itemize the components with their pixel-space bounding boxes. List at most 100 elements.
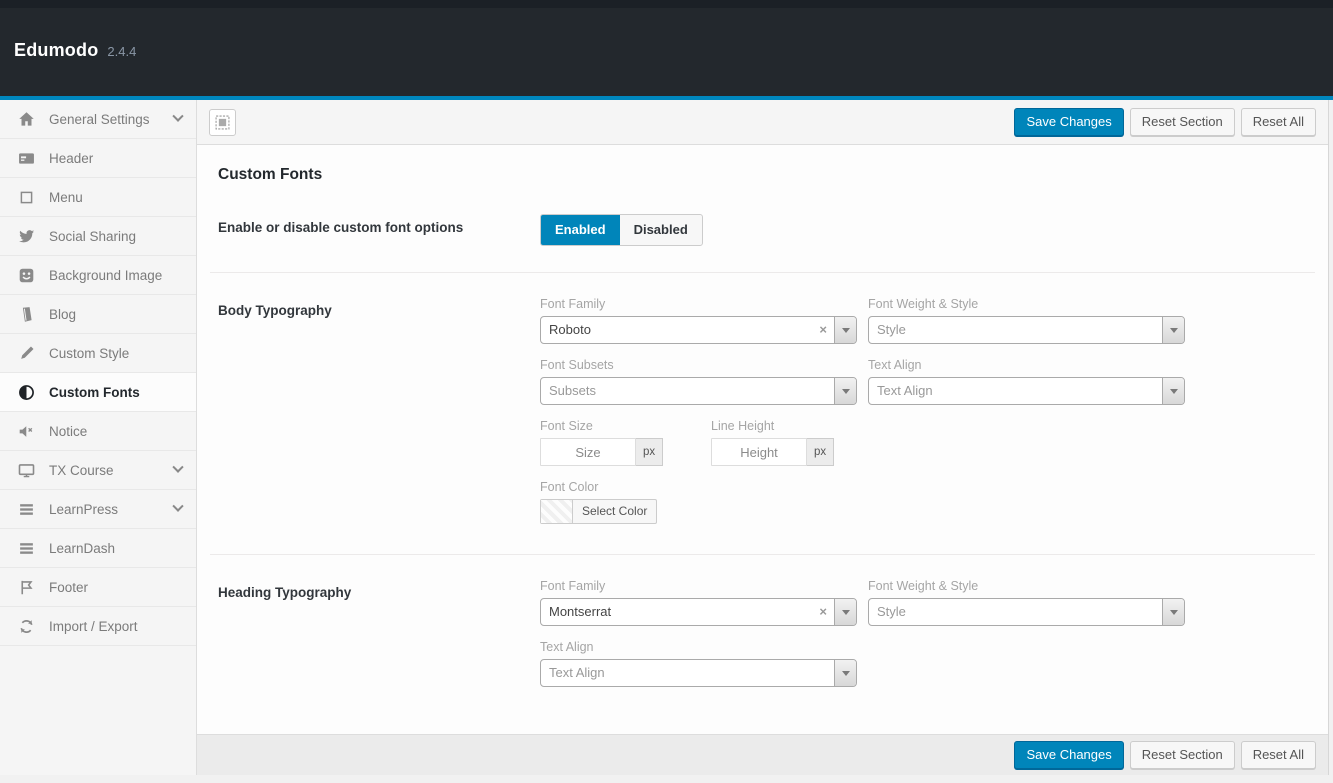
brand-name: Edumodo bbox=[14, 40, 98, 61]
body-font-color-picker[interactable]: Select Color bbox=[540, 499, 657, 524]
sidebar-item-label: TX Course bbox=[49, 463, 174, 478]
mute-icon bbox=[16, 423, 36, 440]
body-typography-section: Body Typography Font Family Roboto × bbox=[197, 273, 1328, 554]
save-changes-button[interactable]: Save Changes bbox=[1014, 108, 1123, 136]
sidebar-item-label: Import / Export bbox=[49, 619, 182, 634]
sidebar-item-notice[interactable]: Notice bbox=[0, 412, 196, 451]
monitor-icon bbox=[16, 462, 36, 479]
flag-icon bbox=[16, 579, 36, 596]
bottom-toolbar: Save Changes Reset Section Reset All bbox=[197, 734, 1328, 775]
select-placeholder: Subsets bbox=[541, 378, 834, 404]
sidebar: General Settings Header Menu Social bbox=[0, 100, 197, 775]
sidebar-item-label: Blog bbox=[49, 307, 182, 322]
field-label: Font Weight & Style bbox=[868, 579, 1185, 593]
body-font-subsets-field: Font Subsets Subsets bbox=[540, 358, 857, 405]
body-text-align-select[interactable]: Text Align bbox=[868, 377, 1185, 405]
heading-text-align-field: Text Align Text Align bbox=[540, 640, 857, 687]
app-header: Edumodo 2.4.4 bbox=[0, 0, 1333, 96]
chevron-down-icon bbox=[172, 462, 183, 473]
select-placeholder: Text Align bbox=[541, 660, 834, 686]
sidebar-item-learnpress[interactable]: LearnPress bbox=[0, 490, 196, 529]
sidebar-item-label: Background Image bbox=[49, 268, 182, 283]
body-font-subsets-select[interactable]: Subsets bbox=[540, 377, 857, 405]
field-label: Font Subsets bbox=[540, 358, 857, 372]
chevron-down-icon[interactable] bbox=[1162, 599, 1184, 625]
enable-toggle: Enabled Disabled bbox=[540, 214, 703, 246]
field-label: Font Weight & Style bbox=[868, 297, 1185, 311]
heading-font-family-select[interactable]: Montserrat × bbox=[540, 598, 857, 626]
clear-icon[interactable]: × bbox=[812, 317, 834, 343]
save-changes-button[interactable]: Save Changes bbox=[1014, 741, 1123, 769]
body-font-size-field: Font Size px bbox=[540, 419, 700, 466]
sidebar-item-menu[interactable]: Menu bbox=[0, 178, 196, 217]
chevron-down-icon[interactable] bbox=[1162, 317, 1184, 343]
unit-suffix: px bbox=[807, 438, 834, 466]
unit-suffix: px bbox=[636, 438, 663, 466]
sidebar-item-import-export[interactable]: Import / Export bbox=[0, 607, 196, 646]
brand: Edumodo 2.4.4 bbox=[14, 40, 136, 61]
chevron-down-icon[interactable] bbox=[834, 317, 856, 343]
sidebar-item-tx-course[interactable]: TX Course bbox=[0, 451, 196, 490]
field-label: Font Family bbox=[540, 579, 857, 593]
reset-all-button[interactable]: Reset All bbox=[1241, 108, 1316, 136]
body-font-size-input[interactable] bbox=[540, 438, 636, 466]
body-typography-title: Body Typography bbox=[218, 297, 540, 528]
heading-font-weight-field: Font Weight & Style Style bbox=[868, 579, 1185, 626]
sidebar-item-background-image[interactable]: Background Image bbox=[0, 256, 196, 295]
field-label: Font Size bbox=[540, 419, 700, 433]
chevron-down-icon[interactable] bbox=[834, 660, 856, 686]
sidebar-item-custom-style[interactable]: Custom Style bbox=[0, 334, 196, 373]
heading-typography-section: Heading Typography Font Family Montserra… bbox=[197, 555, 1328, 713]
select-placeholder: Text Align bbox=[869, 378, 1162, 404]
top-toolbar: Save Changes Reset Section Reset All bbox=[197, 100, 1328, 145]
chevron-down-icon[interactable] bbox=[834, 378, 856, 404]
panel-layout-toggle-button[interactable] bbox=[209, 109, 236, 136]
square-icon bbox=[16, 189, 36, 206]
theme-options-app: Edumodo 2.4.4 General Settings Header bbox=[0, 0, 1333, 783]
sidebar-item-label: General Settings bbox=[49, 112, 174, 127]
sidebar-item-label: LearnPress bbox=[49, 502, 174, 517]
clear-icon[interactable]: × bbox=[812, 599, 834, 625]
page-title: Custom Fonts bbox=[197, 145, 1328, 190]
sidebar-item-label: Menu bbox=[49, 190, 182, 205]
select-placeholder: Style bbox=[869, 599, 1162, 625]
sidebar-item-label: Custom Style bbox=[49, 346, 182, 361]
field-label: Line Height bbox=[711, 419, 871, 433]
select-value: Montserrat bbox=[541, 599, 812, 625]
chevron-down-icon[interactable] bbox=[834, 599, 856, 625]
select-color-button[interactable]: Select Color bbox=[573, 500, 656, 523]
sidebar-item-general-settings[interactable]: General Settings bbox=[0, 100, 196, 139]
heading-font-weight-select[interactable]: Style bbox=[868, 598, 1185, 626]
heading-text-align-select[interactable]: Text Align bbox=[540, 659, 857, 687]
heading-typography-title: Heading Typography bbox=[218, 579, 540, 687]
select-placeholder: Style bbox=[869, 317, 1162, 343]
sidebar-item-learndash[interactable]: LearnDash bbox=[0, 529, 196, 568]
sidebar-item-blog[interactable]: Blog bbox=[0, 295, 196, 334]
body-font-family-select[interactable]: Roboto × bbox=[540, 316, 857, 344]
chevron-down-icon[interactable] bbox=[1162, 378, 1184, 404]
enabled-option[interactable]: Enabled bbox=[541, 215, 620, 245]
sidebar-item-header[interactable]: Header bbox=[0, 139, 196, 178]
sidebar-item-custom-fonts[interactable]: Custom Fonts bbox=[0, 373, 196, 412]
heading-font-family-field: Font Family Montserrat × bbox=[540, 579, 857, 626]
twitter-icon bbox=[16, 228, 36, 245]
brand-version: 2.4.4 bbox=[107, 44, 136, 59]
body-line-height-field: Line Height px bbox=[711, 419, 871, 466]
chevron-down-icon bbox=[172, 501, 183, 512]
enable-row-label: Enable or disable custom font options bbox=[218, 214, 540, 246]
reset-section-button[interactable]: Reset Section bbox=[1130, 741, 1235, 769]
content-area: Save Changes Reset Section Reset All Cus… bbox=[197, 100, 1328, 775]
enable-custom-fonts-row: Enable or disable custom font options En… bbox=[197, 190, 1328, 272]
body-font-weight-select[interactable]: Style bbox=[868, 316, 1185, 344]
sidebar-item-footer[interactable]: Footer bbox=[0, 568, 196, 607]
body-line-height-input[interactable] bbox=[711, 438, 807, 466]
admin-bar bbox=[0, 0, 1333, 8]
body-text-align-field: Text Align Text Align bbox=[868, 358, 1185, 405]
reset-all-button[interactable]: Reset All bbox=[1241, 741, 1316, 769]
sidebar-item-label: Custom Fonts bbox=[49, 385, 182, 400]
color-swatch bbox=[541, 500, 573, 523]
sidebar-item-social-sharing[interactable]: Social Sharing bbox=[0, 217, 196, 256]
disabled-option[interactable]: Disabled bbox=[620, 215, 702, 245]
reset-section-button[interactable]: Reset Section bbox=[1130, 108, 1235, 136]
field-label: Text Align bbox=[868, 358, 1185, 372]
